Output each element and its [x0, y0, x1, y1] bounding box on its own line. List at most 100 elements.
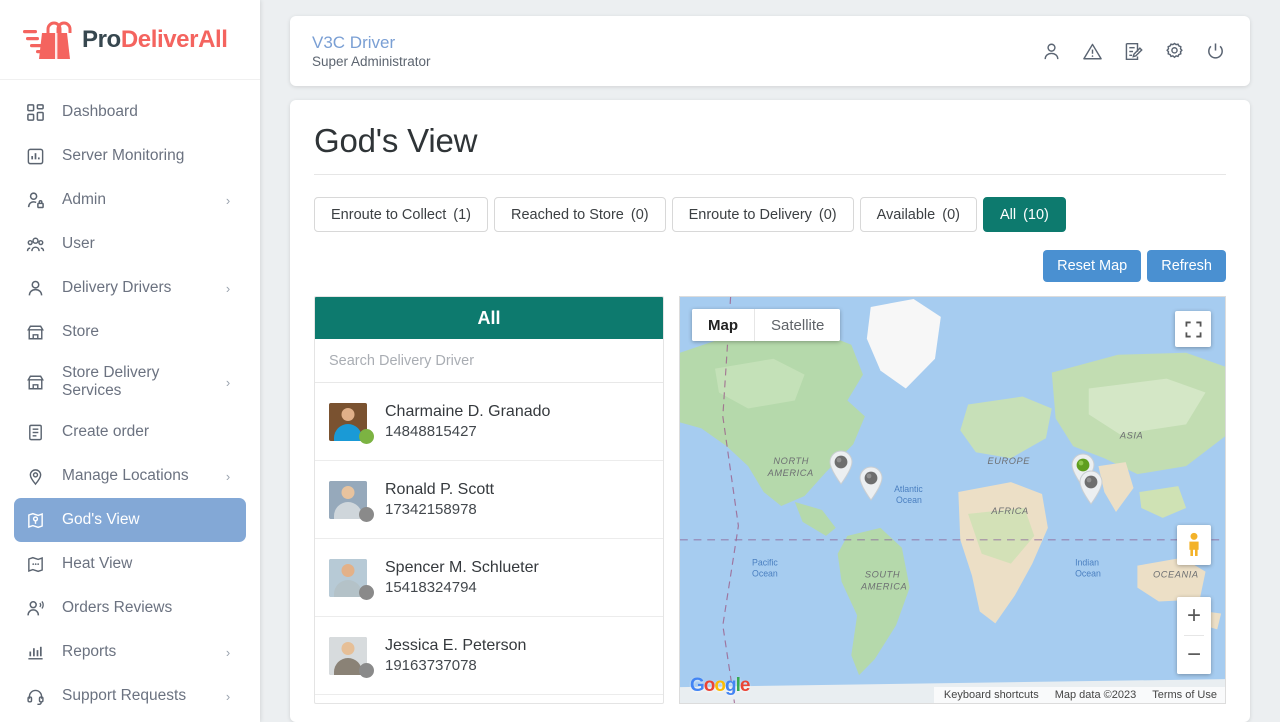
zoom-in-button[interactable]: +	[1177, 597, 1211, 635]
driver-panel-header: All	[315, 297, 663, 339]
avatar	[329, 402, 374, 444]
search-input[interactable]	[315, 339, 663, 383]
brand-logo[interactable]: ProDeliverAll	[0, 0, 260, 80]
svg-text:SOUTH: SOUTH	[865, 570, 900, 580]
filter-count: (0)	[818, 206, 837, 223]
filter-tab-enroute-to-delivery[interactable]: Enroute to Delivery (0)	[671, 197, 854, 232]
filter-tab-all[interactable]: All (10)	[982, 197, 1066, 232]
google-map[interactable]: NORTH AMERICA SOUTH AMERICA EUROPE AFRIC…	[679, 296, 1226, 704]
filter-tab-available[interactable]: Available (0)	[859, 197, 977, 232]
filter-count: (1)	[453, 206, 471, 223]
list-item[interactable]: Spencer M. Schlueter 15418324794	[315, 539, 663, 617]
sidebar-item-store-delivery-services[interactable]: Store Delivery Services ›	[14, 354, 246, 410]
sidebar-item-admin[interactable]: Admin ›	[14, 178, 246, 222]
chevron-right-icon: ›	[225, 374, 231, 390]
reset-map-button[interactable]: Reset Map	[1043, 250, 1142, 282]
note-edit-icon[interactable]	[1123, 41, 1144, 62]
map-data-text: Map data ©2023	[1054, 689, 1137, 701]
driver-name: Ronald P. Scott	[385, 480, 495, 498]
sidebar-item-label: Reports	[62, 642, 117, 660]
avatar	[329, 636, 374, 678]
terms-of-use-link[interactable]: Terms of Use	[1152, 689, 1217, 701]
sidebar-item-manage-locations[interactable]: Manage Locations ›	[14, 454, 246, 498]
refresh-button[interactable]: Refresh	[1147, 250, 1226, 282]
sidebar-item-support-requests[interactable]: Support Requests ›	[14, 674, 246, 718]
sidebar-item-label: Store Delivery Services	[62, 363, 160, 399]
driver-info: Spencer M. Schlueter 15418324794	[367, 557, 539, 599]
driver-info: Charmaine D. Granado 14848815427	[367, 401, 550, 443]
filter-label: Reached to Store	[511, 206, 624, 223]
filter-tab-enroute-to-collect[interactable]: Enroute to Collect (1)	[314, 197, 488, 232]
sidebar-item-dashboard[interactable]: Dashboard	[14, 90, 246, 134]
list-item[interactable]: Charmaine D. Granado 14848815427	[315, 383, 663, 461]
sidebar-item-delivery-drivers[interactable]: Delivery Drivers ›	[14, 266, 246, 310]
google-logo: Google	[690, 675, 750, 696]
page-content-card: God's View Enroute to Collect (1) Reache…	[290, 100, 1250, 722]
user-icon[interactable]	[1041, 41, 1062, 62]
svg-text:NORTH: NORTH	[773, 456, 809, 466]
svg-text:ASIA: ASIA	[1119, 430, 1143, 440]
map-marker[interactable]	[1078, 469, 1104, 505]
sidebar-item-gods-view[interactable]: God's View	[14, 498, 246, 542]
headset-icon	[26, 687, 52, 706]
driver-name: Jessica E. Peterson	[385, 636, 527, 654]
gear-icon[interactable]	[1164, 41, 1185, 62]
user-voice-icon	[26, 599, 52, 618]
filter-count: (10)	[1023, 206, 1049, 223]
map-type-map-button[interactable]: Map	[692, 309, 754, 341]
sidebar: ProDeliverAll Dashboard Server Monitorin…	[0, 0, 260, 722]
fullscreen-icon	[1185, 321, 1201, 337]
sidebar-item-orders-reviews[interactable]: Orders Reviews	[14, 586, 246, 630]
sidebar-item-server-monitoring[interactable]: Server Monitoring	[14, 134, 246, 178]
sidebar-item-user[interactable]: User	[14, 222, 246, 266]
driver-name: Spencer M. Schlueter	[385, 558, 539, 576]
keyboard-shortcuts-link[interactable]: Keyboard shortcuts	[944, 689, 1039, 701]
zoom-out-button[interactable]: −	[1177, 636, 1211, 674]
sidebar-item-heat-view[interactable]: Heat View	[14, 542, 246, 586]
power-icon[interactable]	[1205, 41, 1226, 62]
driver-info: Jessica E. Peterson 19163737078	[367, 635, 526, 677]
sidebar-item-label: God's View	[62, 510, 140, 528]
page-title: God's View	[314, 122, 1226, 175]
map-marker[interactable]	[858, 465, 884, 501]
store-icon	[26, 373, 52, 392]
map-type-control: Map Satellite	[692, 309, 841, 341]
map-pin-icon	[26, 467, 52, 486]
sidebar-item-store[interactable]: Store	[14, 310, 246, 354]
driver-info: Ronald P. Scott 17342158978	[367, 479, 494, 521]
sidebar-item-label: Server Monitoring	[62, 146, 185, 164]
filter-tab-reached-to-store[interactable]: Reached to Store (0)	[494, 197, 666, 232]
svg-text:Ocean: Ocean	[1075, 569, 1101, 579]
svg-text:AMERICA: AMERICA	[860, 581, 907, 591]
sidebar-item-label: Manage Locations	[62, 466, 189, 484]
map-heat-icon	[26, 555, 52, 574]
list-item[interactable]: Ronald P. Scott 17342158978	[315, 461, 663, 539]
filter-count: (0)	[630, 206, 649, 223]
map-marker[interactable]	[828, 449, 854, 485]
fullscreen-button[interactable]	[1175, 311, 1211, 347]
sidebar-item-label: Dashboard	[62, 102, 138, 120]
main-area: V3C Driver Super Administrator God's Vie…	[260, 0, 1280, 722]
bar-chart-icon	[26, 643, 52, 662]
brand-name-part2: DeliverAll	[120, 25, 228, 53]
chevron-right-icon: ›	[225, 688, 231, 704]
chevron-right-icon: ›	[225, 644, 231, 660]
filter-count: (0)	[942, 206, 960, 223]
status-badge	[359, 506, 374, 522]
sidebar-item-create-order[interactable]: Create order	[14, 410, 246, 454]
dashboard-grid-icon	[26, 103, 52, 122]
svg-text:EUROPE: EUROPE	[988, 456, 1031, 466]
map-type-satellite-button[interactable]: Satellite	[755, 309, 841, 341]
warning-triangle-icon[interactable]	[1082, 41, 1103, 62]
list-item[interactable]: Jessica E. Peterson 19163737078	[315, 617, 663, 695]
map-location-icon	[26, 511, 52, 530]
map-action-buttons: Reset Map Refresh	[314, 250, 1226, 282]
sidebar-item-label: User	[62, 234, 95, 252]
driver-list[interactable]: Charmaine D. Granado 14848815427 Ronald …	[315, 383, 663, 703]
topbar-icon-group	[1041, 41, 1226, 62]
chevron-right-icon: ›	[225, 192, 231, 208]
sidebar-item-reports[interactable]: Reports ›	[14, 630, 246, 674]
filter-label: Enroute to Collect	[331, 206, 447, 223]
street-view-pegman-button[interactable]	[1177, 525, 1211, 565]
driver-list-panel: All Charmaine D. Gran	[314, 296, 664, 704]
